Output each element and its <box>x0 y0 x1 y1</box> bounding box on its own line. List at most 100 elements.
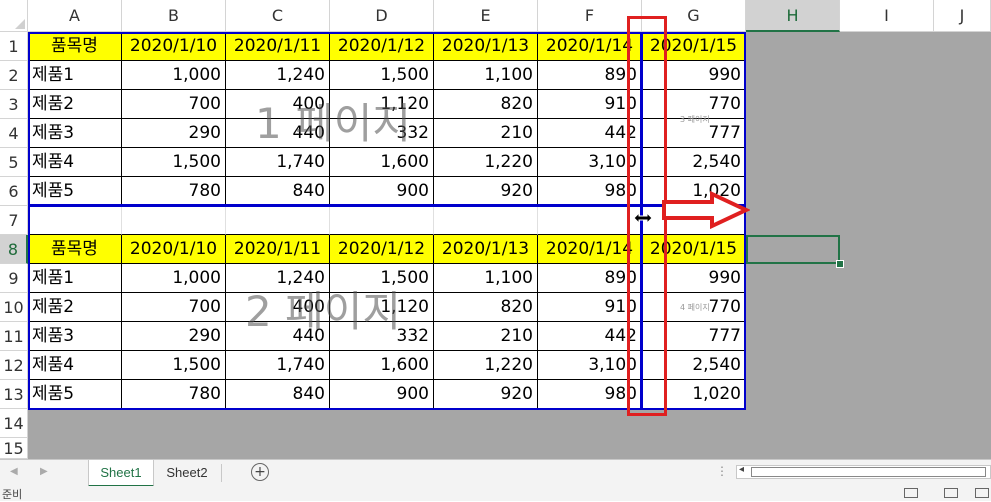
header-cell[interactable]: 품목명 <box>28 32 122 61</box>
row-header-2[interactable]: 2 <box>0 61 28 90</box>
data-cell[interactable]: 1,000 <box>122 264 226 293</box>
data-cell[interactable]: 990 <box>642 61 746 90</box>
data-cell[interactable]: 910 <box>538 293 642 322</box>
data-cell[interactable]: 890 <box>538 61 642 90</box>
col-header-c[interactable]: C <box>226 0 330 32</box>
header-cell[interactable]: 2020/1/10 <box>122 235 226 264</box>
row-header-8[interactable]: 8 <box>0 235 28 264</box>
data-cell[interactable]: 780 <box>122 177 226 206</box>
data-cell[interactable]: 920 <box>434 380 538 409</box>
data-cell[interactable]: 1,500 <box>330 61 434 90</box>
header-cell[interactable]: 2020/1/12 <box>330 32 434 61</box>
data-cell[interactable]: 700 <box>122 90 226 119</box>
data-cell[interactable]: 1,500 <box>122 351 226 380</box>
data-cell[interactable]: 920 <box>434 177 538 206</box>
data-cell[interactable]: 1,100 <box>434 61 538 90</box>
row-header-11[interactable]: 11 <box>0 322 28 351</box>
data-cell[interactable]: 제품1 <box>28 61 122 90</box>
data-cell[interactable]: 400 <box>226 90 330 119</box>
data-cell[interactable]: 제품4 <box>28 351 122 380</box>
col-header-d[interactable]: D <box>330 0 434 32</box>
data-cell[interactable]: 900 <box>330 177 434 206</box>
data-cell[interactable]: 980 <box>538 177 642 206</box>
row-header-1[interactable]: 1 <box>0 32 28 61</box>
data-cell[interactable]: 1,240 <box>226 61 330 90</box>
data-cell[interactable]: 777 <box>642 119 746 148</box>
data-cell[interactable]: 332 <box>330 119 434 148</box>
row-header-9[interactable]: 9 <box>0 264 28 293</box>
data-cell[interactable]: 제품2 <box>28 90 122 119</box>
row-header-5[interactable]: 5 <box>0 148 28 177</box>
data-cell[interactable]: 290 <box>122 322 226 351</box>
data-cell[interactable]: 1,120 <box>330 90 434 119</box>
data-cell[interactable]: 1,220 <box>434 148 538 177</box>
data-cell[interactable]: 700 <box>122 293 226 322</box>
row-header-7[interactable]: 7 <box>0 206 28 235</box>
header-cell[interactable]: 2020/1/13 <box>434 235 538 264</box>
data-cell[interactable]: 442 <box>538 322 642 351</box>
empty-cell[interactable] <box>122 206 226 235</box>
header-cell[interactable]: 2020/1/13 <box>434 32 538 61</box>
data-cell[interactable]: 1,740 <box>226 351 330 380</box>
header-cell[interactable]: 2020/1/15 <box>642 235 746 264</box>
data-cell[interactable]: 770 <box>642 293 746 322</box>
data-cell[interactable]: 제품2 <box>28 293 122 322</box>
data-cell[interactable]: 840 <box>226 177 330 206</box>
header-cell[interactable]: 품목명 <box>28 235 122 264</box>
data-cell[interactable]: 1,740 <box>226 148 330 177</box>
data-cell[interactable]: 820 <box>434 293 538 322</box>
data-cell[interactable]: 1,500 <box>122 148 226 177</box>
col-header-a[interactable]: A <box>28 0 122 32</box>
page-break-view-icon[interactable] <box>975 488 989 498</box>
row-header-6[interactable]: 6 <box>0 177 28 206</box>
header-cell[interactable]: 2020/1/14 <box>538 235 642 264</box>
col-header-i[interactable]: I <box>840 0 934 32</box>
data-cell[interactable]: 990 <box>642 264 746 293</box>
data-cell[interactable]: 770 <box>642 90 746 119</box>
data-cell[interactable]: 2,540 <box>642 148 746 177</box>
data-cell[interactable]: 3,100 <box>538 351 642 380</box>
header-cell[interactable]: 2020/1/11 <box>226 32 330 61</box>
data-cell[interactable]: 980 <box>538 380 642 409</box>
data-cell[interactable]: 제품5 <box>28 380 122 409</box>
data-cell[interactable]: 900 <box>330 380 434 409</box>
col-header-j[interactable]: J <box>934 0 991 32</box>
header-cell[interactable]: 2020/1/15 <box>642 32 746 61</box>
col-header-e[interactable]: E <box>434 0 538 32</box>
fill-handle[interactable] <box>836 260 844 268</box>
data-cell[interactable]: 1,100 <box>434 264 538 293</box>
data-cell[interactable]: 1,120 <box>330 293 434 322</box>
tab-sheet2[interactable]: Sheet2 <box>156 460 218 485</box>
data-cell[interactable]: 1,220 <box>434 351 538 380</box>
empty-cell[interactable] <box>434 206 538 235</box>
normal-view-icon[interactable] <box>904 488 918 498</box>
data-cell[interactable]: 440 <box>226 119 330 148</box>
data-cell[interactable]: 1,500 <box>330 264 434 293</box>
data-cell[interactable]: 290 <box>122 119 226 148</box>
data-cell[interactable]: 1,240 <box>226 264 330 293</box>
data-cell[interactable]: 440 <box>226 322 330 351</box>
col-header-h[interactable]: H <box>746 0 840 32</box>
data-cell[interactable]: 840 <box>226 380 330 409</box>
data-cell[interactable]: 777 <box>642 322 746 351</box>
data-cell[interactable]: 1,020 <box>642 380 746 409</box>
data-cell[interactable]: 제품5 <box>28 177 122 206</box>
scroll-right-icon[interactable]: ▶ <box>40 466 48 477</box>
data-cell[interactable]: 1,000 <box>122 61 226 90</box>
page-layout-icon[interactable] <box>944 488 958 498</box>
row-header-4[interactable]: 4 <box>0 119 28 148</box>
data-cell[interactable]: 442 <box>538 119 642 148</box>
tab-sheet1[interactable]: Sheet1 <box>88 460 154 487</box>
data-cell[interactable]: 제품1 <box>28 264 122 293</box>
sheet-options-icon[interactable]: ⋮ <box>716 464 728 478</box>
header-cell[interactable]: 2020/1/14 <box>538 32 642 61</box>
data-cell[interactable]: 400 <box>226 293 330 322</box>
data-cell[interactable]: 210 <box>434 322 538 351</box>
data-cell[interactable]: 제품3 <box>28 322 122 351</box>
data-cell[interactable]: 780 <box>122 380 226 409</box>
empty-cell[interactable] <box>28 206 122 235</box>
row-header-12[interactable]: 12 <box>0 351 28 380</box>
col-header-g[interactable]: G <box>642 0 746 32</box>
empty-cell[interactable] <box>538 206 642 235</box>
col-header-b[interactable]: B <box>122 0 226 32</box>
